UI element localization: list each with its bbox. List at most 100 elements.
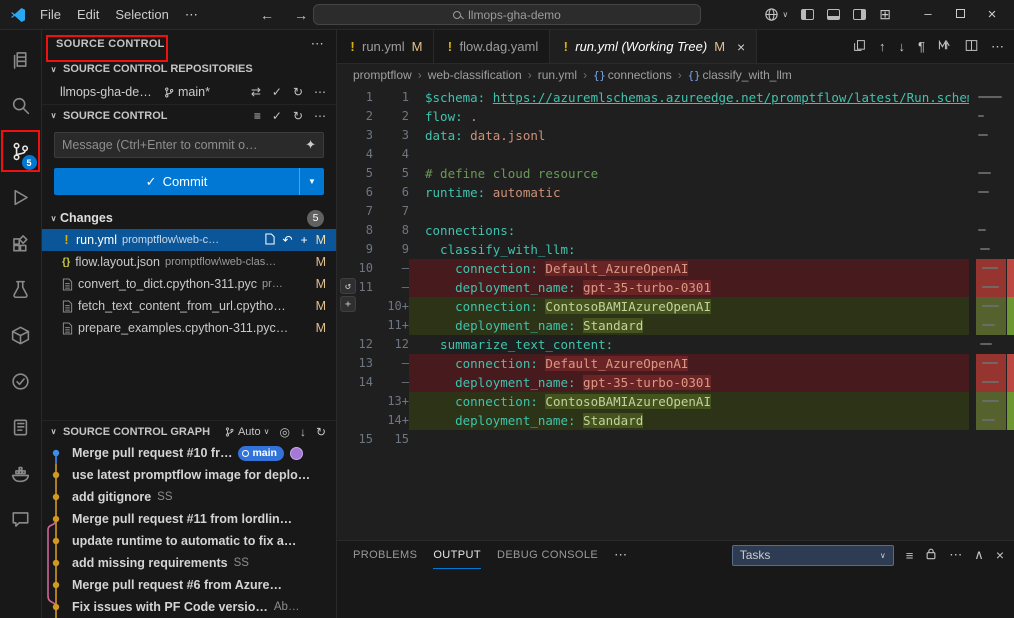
menu-edit[interactable]: Edit (69, 7, 107, 22)
activity-extensions-icon[interactable] (0, 220, 42, 266)
stage-block-icon[interactable]: + (340, 296, 356, 312)
more-actions-icon[interactable]: ⋯ (314, 85, 326, 99)
change-item-convert-to-dict-cpython-311-pyc[interactable]: convert_to_dict.cpython-311.pycpr…M (42, 273, 336, 295)
commit-row[interactable]: Merge pull request #10 fr…main (42, 442, 336, 464)
split-editor-icon[interactable] (965, 39, 978, 55)
view-as-list-icon[interactable]: ≡ (254, 109, 261, 123)
pull-icon[interactable]: ↓ (300, 425, 306, 439)
revert-block-icon[interactable]: ↺ (340, 278, 356, 294)
menu-file[interactable]: File (32, 7, 69, 22)
commit-button[interactable]: ✓ Commit ▼ (54, 168, 324, 195)
activity-source-control-icon[interactable]: 5 (0, 128, 42, 174)
open-file-icon[interactable] (265, 233, 275, 248)
minimap-line (978, 115, 984, 117)
maximize-button[interactable] (944, 6, 976, 23)
commit-check-icon[interactable]: ✓ (272, 85, 282, 99)
commit-row[interactable]: add missing requirementsSS (42, 552, 336, 574)
next-change-icon[interactable]: ↓ (899, 39, 906, 54)
customize-layout-icon[interactable]: ⊞ (879, 6, 891, 23)
more-actions-icon[interactable]: ⋯ (949, 547, 962, 563)
close-window-button[interactable]: × (976, 6, 1008, 23)
refresh-icon[interactable]: ↻ (293, 85, 303, 99)
commit-check-icon[interactable]: ✓ (272, 109, 282, 123)
panel-more-icon[interactable]: ⋯ (614, 547, 627, 563)
panel-tab-debug-console[interactable]: DEBUG CONSOLE (497, 541, 598, 569)
graph-auto-dropdown[interactable]: Auto ∨ (224, 426, 270, 438)
chevron-down-icon[interactable]: ∨ (47, 427, 60, 436)
editor-tab-run-yml-working-tree[interactable]: !run.yml (Working Tree)M× (550, 30, 757, 63)
branch-badge[interactable]: main (238, 446, 284, 461)
menu-selection[interactable]: Selection (107, 7, 176, 22)
maximize-panel-icon[interactable]: ∧ (974, 547, 984, 563)
close-panel-icon[interactable]: × (996, 547, 1004, 563)
more-actions-icon[interactable]: ⋯ (311, 36, 324, 52)
toggle-panel-icon[interactable] (827, 9, 840, 20)
breadcrumb-item-classify-with-llm[interactable]: {}classify_with_llm (688, 68, 792, 82)
editor-tab-run-yml[interactable]: !run.ymlM (337, 30, 434, 63)
activity-explorer-icon[interactable] (0, 36, 42, 82)
activity-testing-icon[interactable] (0, 266, 42, 312)
editor-tab-flow-dag-yaml[interactable]: !flow.dag.yaml (434, 30, 550, 63)
breadcrumb-item-connections[interactable]: {}connections (593, 68, 672, 82)
branch-label[interactable]: main* (163, 85, 210, 99)
activity-chat-icon[interactable] (0, 496, 42, 542)
change-item-fetch-text-content-from-url-cpytho[interactable]: fetch_text_content_from_url.cpytho…M (42, 295, 336, 317)
minimap[interactable] (976, 88, 1006, 540)
output-channel-select[interactable]: Tasks ∨ (732, 545, 894, 566)
change-item-prepare-examples-cpython-311-pyc[interactable]: prepare_examples.cpython-311.pyc…M (42, 317, 336, 339)
activity-notebook-icon[interactable] (0, 404, 42, 450)
change-item-flow-layout-json[interactable]: {}flow.layout.jsonpromptflow\web-clas…M (42, 251, 336, 273)
panel-tab-problems[interactable]: PROBLEMS (353, 541, 417, 569)
commit-row[interactable]: add gitignoreSS (42, 486, 336, 508)
activity-checks-icon[interactable] (0, 358, 42, 404)
activity-run-debug-icon[interactable] (0, 174, 42, 220)
back-icon[interactable]: ← (260, 7, 274, 23)
toggle-secondary-sidebar-icon[interactable] (853, 9, 866, 20)
minimize-button[interactable]: – (912, 6, 944, 23)
filter-icon[interactable]: ≡ (906, 548, 914, 563)
refresh-icon[interactable]: ↻ (316, 425, 326, 439)
activity-docker-icon[interactable] (0, 450, 42, 496)
copilot-sparkle-icon[interactable]: ✦ (305, 137, 316, 153)
activity-packages-icon[interactable] (0, 312, 42, 358)
breadcrumb-separator: › (418, 68, 422, 82)
stage-changes-icon[interactable]: + (301, 233, 308, 247)
breadcrumb-item-promptflow[interactable]: promptflow (353, 68, 412, 82)
breadcrumb-item-web-classification[interactable]: web-classification (428, 68, 522, 82)
file-icon (62, 300, 73, 313)
commit-row[interactable]: Merge pull request #11 from lordlin… (42, 508, 336, 530)
more-actions-icon[interactable]: ⋯ (314, 109, 326, 123)
menu-more-icon[interactable]: ⋯ (177, 7, 206, 23)
diff-editor[interactable]: 11$schema: https://azuremlschemas.azuree… (337, 86, 1014, 540)
activity-search-icon[interactable] (0, 82, 42, 128)
commit-row[interactable]: Merge pull request #6 from Azure… (42, 574, 336, 596)
repository-row[interactable]: llmops-gha-de… main* ⇄ ✓ ↻ ⋯ (42, 80, 336, 104)
command-center-search[interactable]: llmops-gha-demo (313, 4, 701, 25)
word-wrap-icon[interactable] (938, 39, 952, 54)
change-item-run-yml[interactable]: !run.ymlpromptflow\web-c…↶+M (42, 229, 336, 251)
sync-icon[interactable]: ⇄ (251, 85, 261, 99)
goto-current-commit-icon[interactable]: ◎ (279, 425, 289, 439)
chevron-down-icon[interactable]: ∨ (47, 111, 60, 120)
refresh-icon[interactable]: ↻ (293, 109, 303, 123)
discard-changes-icon[interactable]: ↶ (283, 233, 293, 247)
panel-tab-output[interactable]: OUTPUT (433, 541, 481, 569)
whitespace-icon[interactable]: ¶ (918, 39, 925, 54)
remote-browser-icon[interactable]: ∨ (764, 7, 788, 22)
commit-dropdown-button[interactable]: ▼ (299, 168, 324, 195)
commit-row[interactable]: update runtime to automatic to fix a… (42, 530, 336, 552)
lock-icon[interactable] (925, 547, 937, 563)
toggle-primary-sidebar-icon[interactable] (801, 9, 814, 20)
commit-row[interactable]: Fix issues with PF Code versio…Ab… (42, 596, 336, 618)
more-actions-icon[interactable]: ⋯ (991, 39, 1004, 55)
commit-row[interactable]: use latest promptflow image for deplo… (42, 464, 336, 486)
open-changes-icon[interactable] (853, 39, 866, 55)
close-icon[interactable]: × (737, 39, 745, 55)
forward-icon[interactable]: → (294, 7, 308, 23)
breadcrumb-item-run-yml[interactable]: run.yml (538, 68, 577, 82)
chevron-down-icon[interactable]: ∨ (47, 214, 60, 223)
commit-message-input[interactable] (62, 138, 300, 152)
overview-ruler[interactable] (1007, 88, 1014, 540)
chevron-down-icon[interactable]: ∨ (47, 65, 60, 74)
previous-change-icon[interactable]: ↑ (879, 39, 886, 54)
